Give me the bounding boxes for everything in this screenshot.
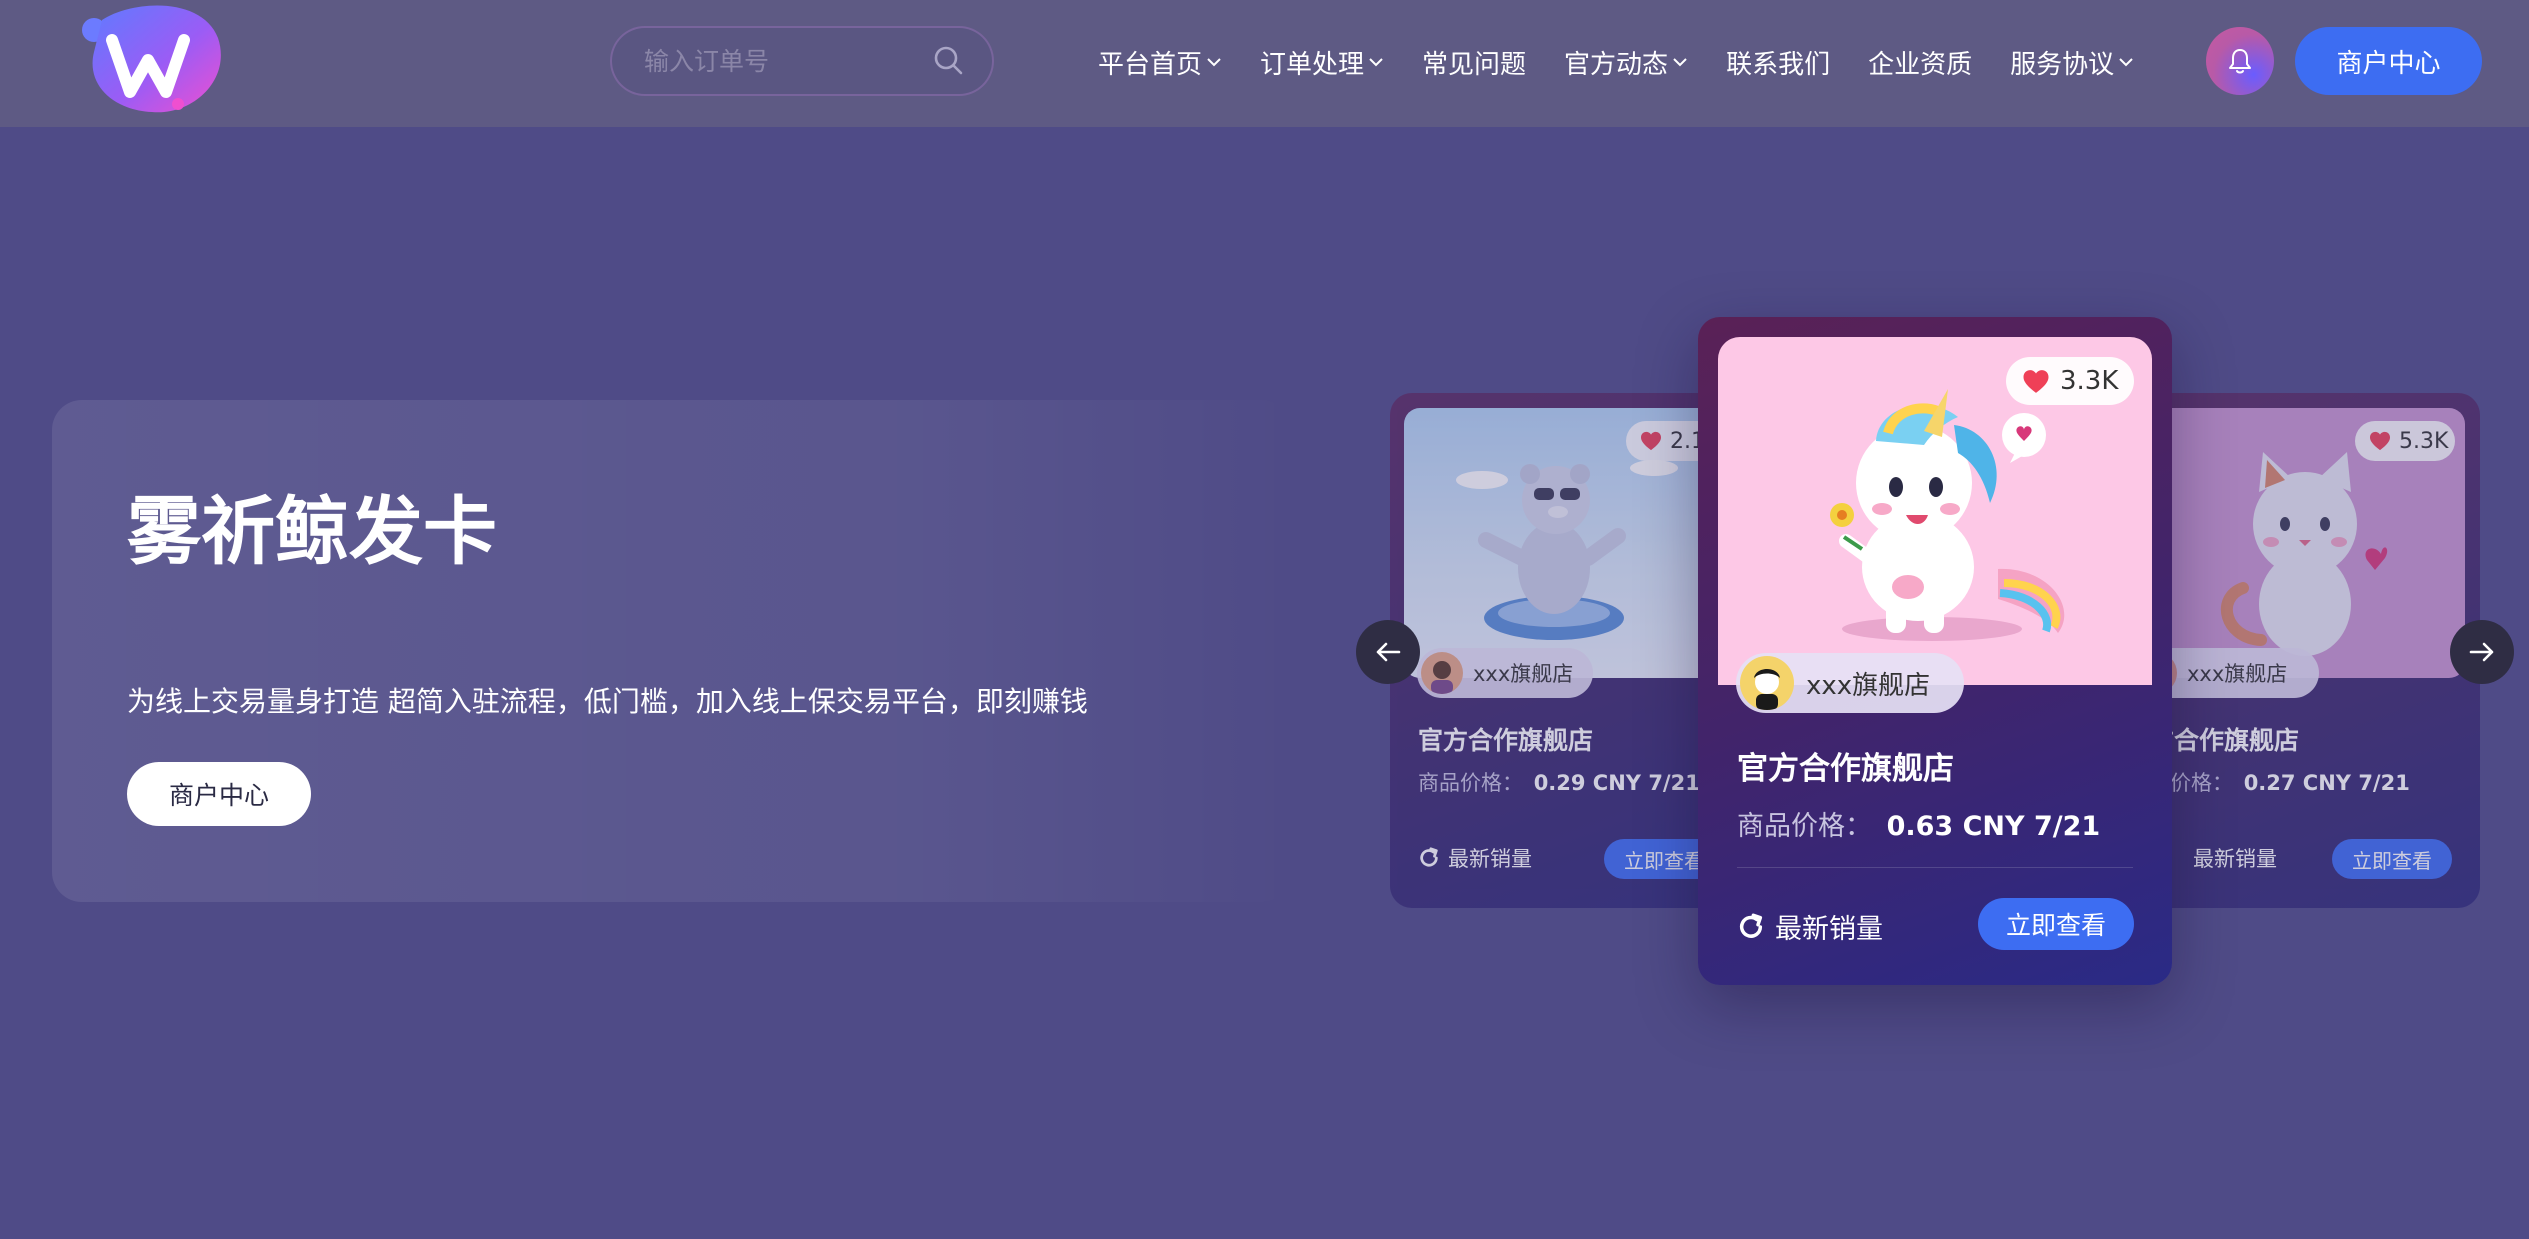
- product-card-left[interactable]: 2.1 xxx旗舰店 官方合作旗舰店 商品价格： 0.29 CNY 7/21 最…: [1390, 393, 1730, 908]
- chevron-down-icon: [1207, 58, 1221, 67]
- order-search-input[interactable]: [644, 28, 924, 94]
- refresh-icon: [1420, 847, 1438, 867]
- nav-news[interactable]: 官方动态: [1564, 44, 1688, 81]
- shop-avatar: [1740, 656, 1794, 710]
- card-title: 官方合作旗舰店: [1418, 726, 1594, 755]
- product-card-center[interactable]: 3.3K xxx旗舰店 官方合作旗舰店 商品价格： 0.63 CNY 7/21 …: [1698, 317, 2172, 985]
- latest-sales[interactable]: 最新销量: [1418, 843, 1532, 873]
- top-header: 平台首页 订单处理 常见问题 官方动态 联系我们 企业资质 服务协议: [0, 0, 2529, 127]
- carousel-next-button[interactable]: [2450, 620, 2514, 684]
- view-now-button[interactable]: 立即查看: [1978, 898, 2134, 950]
- chevron-down-icon: [1369, 58, 1383, 67]
- nav-agreement[interactable]: 服务协议: [2010, 44, 2134, 81]
- heart-icon: [2023, 369, 2049, 393]
- bell-icon: [2229, 49, 2251, 74]
- main-nav: 平台首页 订单处理 常见问题 官方动态 联系我们 企业资质 服务协议: [1098, 0, 2172, 124]
- refresh-icon: [1739, 913, 1763, 938]
- card-title: 官方合作旗舰店: [1737, 751, 1954, 787]
- nav-orders[interactable]: 订单处理: [1260, 44, 1384, 81]
- arrow-left-icon: [1376, 642, 1401, 662]
- nav-contact[interactable]: 联系我们: [1726, 44, 1830, 81]
- heart-icon: [2370, 431, 2390, 451]
- card-divider: [1737, 867, 2133, 868]
- shop-avatar: [1421, 652, 1463, 694]
- nav-home[interactable]: 平台首页: [1098, 44, 1222, 81]
- heart-icon: [1641, 431, 1661, 451]
- hero-merchant-button[interactable]: 商户中心: [127, 762, 311, 826]
- merchant-center-button[interactable]: 商户中心: [2295, 27, 2482, 95]
- logo-icon[interactable]: [72, 0, 232, 120]
- carousel-prev-button[interactable]: [1356, 620, 1420, 684]
- nav-qualification[interactable]: 企业资质: [1868, 44, 1972, 81]
- likes-badge[interactable]: 3.3K: [2006, 357, 2134, 405]
- price-row: 商品价格： 0.29 CNY 7/21: [1418, 771, 1700, 795]
- likes-badge[interactable]: 5.3K: [2355, 421, 2455, 461]
- product-card-right[interactable]: 5.3K xxx旗舰店 方合作旗舰店 品价格： 0.27 CNY 7/21 最新…: [2135, 393, 2480, 908]
- notification-button[interactable]: [2206, 27, 2274, 95]
- hero-subtitle: 为线上交易量身打造 超简入驻流程，低门槛，加入线上保交易平台，即刻赚钱: [127, 685, 1088, 718]
- price-row: 商品价格： 0.63 CNY 7/21: [1737, 811, 2101, 842]
- chevron-down-icon: [1673, 58, 1687, 67]
- shop-name-pill[interactable]: xxx旗舰店: [1417, 648, 1593, 698]
- latest-sales[interactable]: 最新销量: [1737, 907, 1883, 946]
- price-row: 品价格： 0.27 CNY 7/21: [2149, 771, 2410, 795]
- hero-title: 雾祈鲸发卡: [127, 489, 497, 575]
- chevron-down-icon: [2119, 58, 2133, 67]
- nav-faq[interactable]: 常见问题: [1422, 44, 1526, 81]
- arrow-right-icon: [2469, 642, 2494, 662]
- view-now-button[interactable]: 立即查看: [2332, 839, 2452, 879]
- shop-name-pill[interactable]: xxx旗舰店: [1736, 653, 1964, 713]
- search-icon[interactable]: [932, 44, 966, 78]
